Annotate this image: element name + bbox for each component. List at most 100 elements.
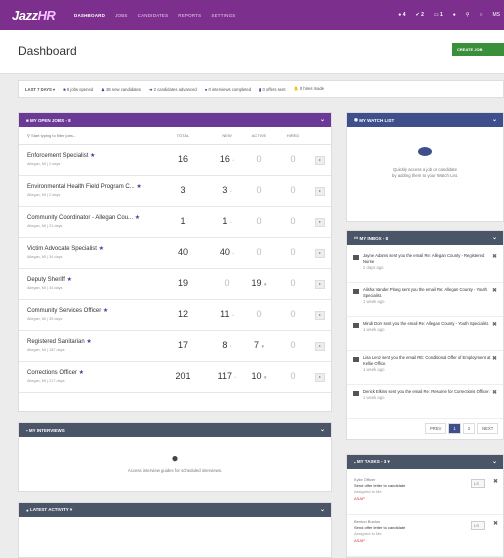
task-select[interactable]: LS	[471, 479, 485, 488]
job-hired[interactable]: 0	[279, 340, 307, 350]
stat-offers[interactable]: ▮ 0 offers sent	[259, 87, 285, 92]
task-item[interactable]: Kylie Officer Send offer letter to candid…	[347, 473, 503, 515]
star-icon[interactable]: ★	[135, 215, 140, 221]
job-title[interactable]: Environmental Health Field Program C... …	[27, 183, 142, 190]
task-description[interactable]: Send offer letter to candidate	[354, 483, 405, 488]
job-total[interactable]: 40	[169, 247, 197, 257]
jazzhr-logo[interactable]: JazzHR	[12, 8, 64, 23]
close-icon[interactable]: ✖	[493, 520, 498, 527]
job-new[interactable]: 1 ▫	[213, 216, 241, 226]
job-title[interactable]: Enforcement Specialist ★	[27, 152, 95, 159]
job-title[interactable]: Victim Advocate Specialist ★	[27, 245, 104, 252]
star-icon[interactable]: ★	[90, 153, 95, 159]
job-active[interactable]: 0	[245, 247, 273, 257]
nav-jobs[interactable]: JOBS	[115, 13, 128, 18]
job-row[interactable]: Victim Advocate Specialist ★ Allegan, MI …	[19, 238, 331, 269]
user-avatar[interactable]: MS	[493, 12, 501, 18]
job-actions-button[interactable]: ▸	[315, 311, 325, 320]
stat-new-candidates[interactable]: ♟ 36 new candidates	[101, 87, 141, 92]
job-row[interactable]: Enforcement Specialist ★ Allegan, MI | 2 …	[19, 145, 331, 176]
job-actions-button[interactable]: ▸	[315, 373, 325, 382]
star-icon[interactable]: ★	[103, 308, 108, 314]
job-new[interactable]: 16 ▫	[213, 154, 241, 164]
star-icon[interactable]: ★	[67, 277, 72, 283]
stat-candidates-advanced[interactable]: ➜ 2 candidates advanced	[149, 87, 197, 92]
job-row[interactable]: Corrections Officer ★ Allegan, MI | 217 d…	[19, 362, 331, 393]
chevron-down-icon[interactable]: ⌄	[320, 116, 325, 123]
nav-candidates[interactable]: CANDIDATES	[138, 13, 169, 18]
col-new[interactable]: NEW	[215, 133, 239, 138]
message-text[interactable]: Alisha Vander Ploeg sent you the email R…	[363, 287, 491, 306]
star-icon[interactable]: ★	[86, 339, 91, 345]
inbox-message[interactable]: Derick Elkins sent you the email Re: Res…	[347, 385, 503, 419]
stat-jobs-opened[interactable]: ■ 8 jobs opened	[63, 87, 93, 92]
job-hired[interactable]: 0	[279, 185, 307, 195]
job-total[interactable]: 1	[169, 216, 197, 226]
job-row[interactable]: Community Coordinator - Allegan Cou... ★…	[19, 207, 331, 238]
stat-interviews[interactable]: ● 0 interviews completed	[205, 87, 251, 92]
dismiss-icon[interactable]: ✖	[492, 287, 497, 294]
task-item[interactable]: Benton Buxton Send offer letter to candid…	[347, 515, 503, 557]
col-active[interactable]: ACTIVE	[247, 133, 271, 138]
notifications-icon[interactable]: ● 4	[398, 12, 405, 18]
star-icon[interactable]: ★	[99, 246, 104, 252]
message-text[interactable]: Derick Elkins sent you the email Re: Res…	[363, 389, 491, 401]
create-job-button[interactable]: CREATE JOB	[452, 43, 504, 56]
job-title[interactable]: Deputy Sheriff ★	[27, 276, 72, 283]
search-icon[interactable]: ⚲	[466, 12, 470, 18]
job-hired[interactable]: 0	[279, 309, 307, 319]
job-new[interactable]: 3 ▫	[213, 185, 241, 195]
job-total[interactable]: 19	[169, 278, 197, 288]
job-actions-button[interactable]: ▸	[315, 156, 325, 165]
job-hired[interactable]: 0	[279, 371, 307, 381]
task-select[interactable]: LS	[471, 521, 485, 530]
job-active[interactable]: 0	[245, 309, 273, 319]
message-text[interactable]: Lisa Lenz sent you the email RE: Conditi…	[363, 355, 491, 374]
job-total[interactable]: 3	[169, 185, 197, 195]
chevron-down-icon[interactable]: ⌄	[492, 234, 497, 241]
job-active[interactable]: 0	[245, 154, 273, 164]
job-new[interactable]: 0	[213, 278, 241, 288]
pager-prev[interactable]: PREV	[425, 423, 447, 434]
pager-next[interactable]: NEXT	[477, 423, 499, 434]
location-icon[interactable]: ●	[453, 12, 456, 18]
nav-reports[interactable]: REPORTS	[178, 13, 201, 18]
job-actions-button[interactable]: ▸	[315, 187, 325, 196]
dismiss-icon[interactable]: ✖	[492, 253, 497, 260]
message-text[interactable]: Mindi Dorr sent you the email Re: Allega…	[363, 321, 491, 333]
job-actions-button[interactable]: ▸	[315, 342, 325, 351]
dismiss-icon[interactable]: ✖	[492, 389, 497, 396]
job-hired[interactable]: 0	[279, 154, 307, 164]
job-active[interactable]: 0	[245, 185, 273, 195]
dismiss-icon[interactable]: ✖	[492, 355, 497, 362]
chevron-down-icon[interactable]: ⌄	[492, 458, 497, 465]
inbox-message[interactable]: Alisha Vander Ploeg sent you the email R…	[347, 283, 503, 317]
job-total[interactable]: 17	[169, 340, 197, 350]
job-active[interactable]: 7 ▾	[245, 340, 273, 350]
job-row[interactable]: Deputy Sheriff ★ Allegan, MI | 34 days 19 0…	[19, 269, 331, 300]
job-title[interactable]: Community Coordinator - Allegan Cou... ★	[27, 214, 140, 221]
job-row[interactable]: Community Services Officer ★ Allegan, MI …	[19, 300, 331, 331]
inbox-icon[interactable]: ▭ 1	[434, 12, 443, 18]
job-actions-button[interactable]: ▸	[315, 249, 325, 258]
job-row[interactable]: Registered Sanitarian ★ Allegan, MI | 187…	[19, 331, 331, 362]
chevron-down-icon[interactable]: ⌄	[320, 426, 325, 433]
inbox-message[interactable]: Jayne Adams sent you the email Re: Alleg…	[347, 249, 503, 283]
job-actions-button[interactable]: ▸	[315, 280, 325, 289]
pager-page-1[interactable]: 1	[448, 423, 461, 434]
close-icon[interactable]: ✖	[493, 478, 498, 485]
job-hired[interactable]: 0	[279, 247, 307, 257]
job-hired[interactable]: 0	[279, 278, 307, 288]
help-icon[interactable]: ○	[479, 12, 482, 18]
job-active[interactable]: 0	[245, 216, 273, 226]
job-title[interactable]: Corrections Officer ★	[27, 369, 84, 376]
job-hired[interactable]: 0	[279, 216, 307, 226]
job-row[interactable]: Environmental Health Field Program C... …	[19, 176, 331, 207]
job-new[interactable]: 40 ▫	[213, 247, 241, 257]
job-new[interactable]: 117 ▫	[213, 371, 241, 381]
chevron-down-icon[interactable]: ⌄	[492, 116, 497, 123]
job-active[interactable]: 19 ▾	[245, 278, 273, 288]
check-icon[interactable]: ✔ 2	[415, 12, 423, 18]
period-dropdown[interactable]: LAST 7 DAYS ▾	[25, 87, 55, 92]
job-active[interactable]: 10 ▾	[245, 371, 273, 381]
